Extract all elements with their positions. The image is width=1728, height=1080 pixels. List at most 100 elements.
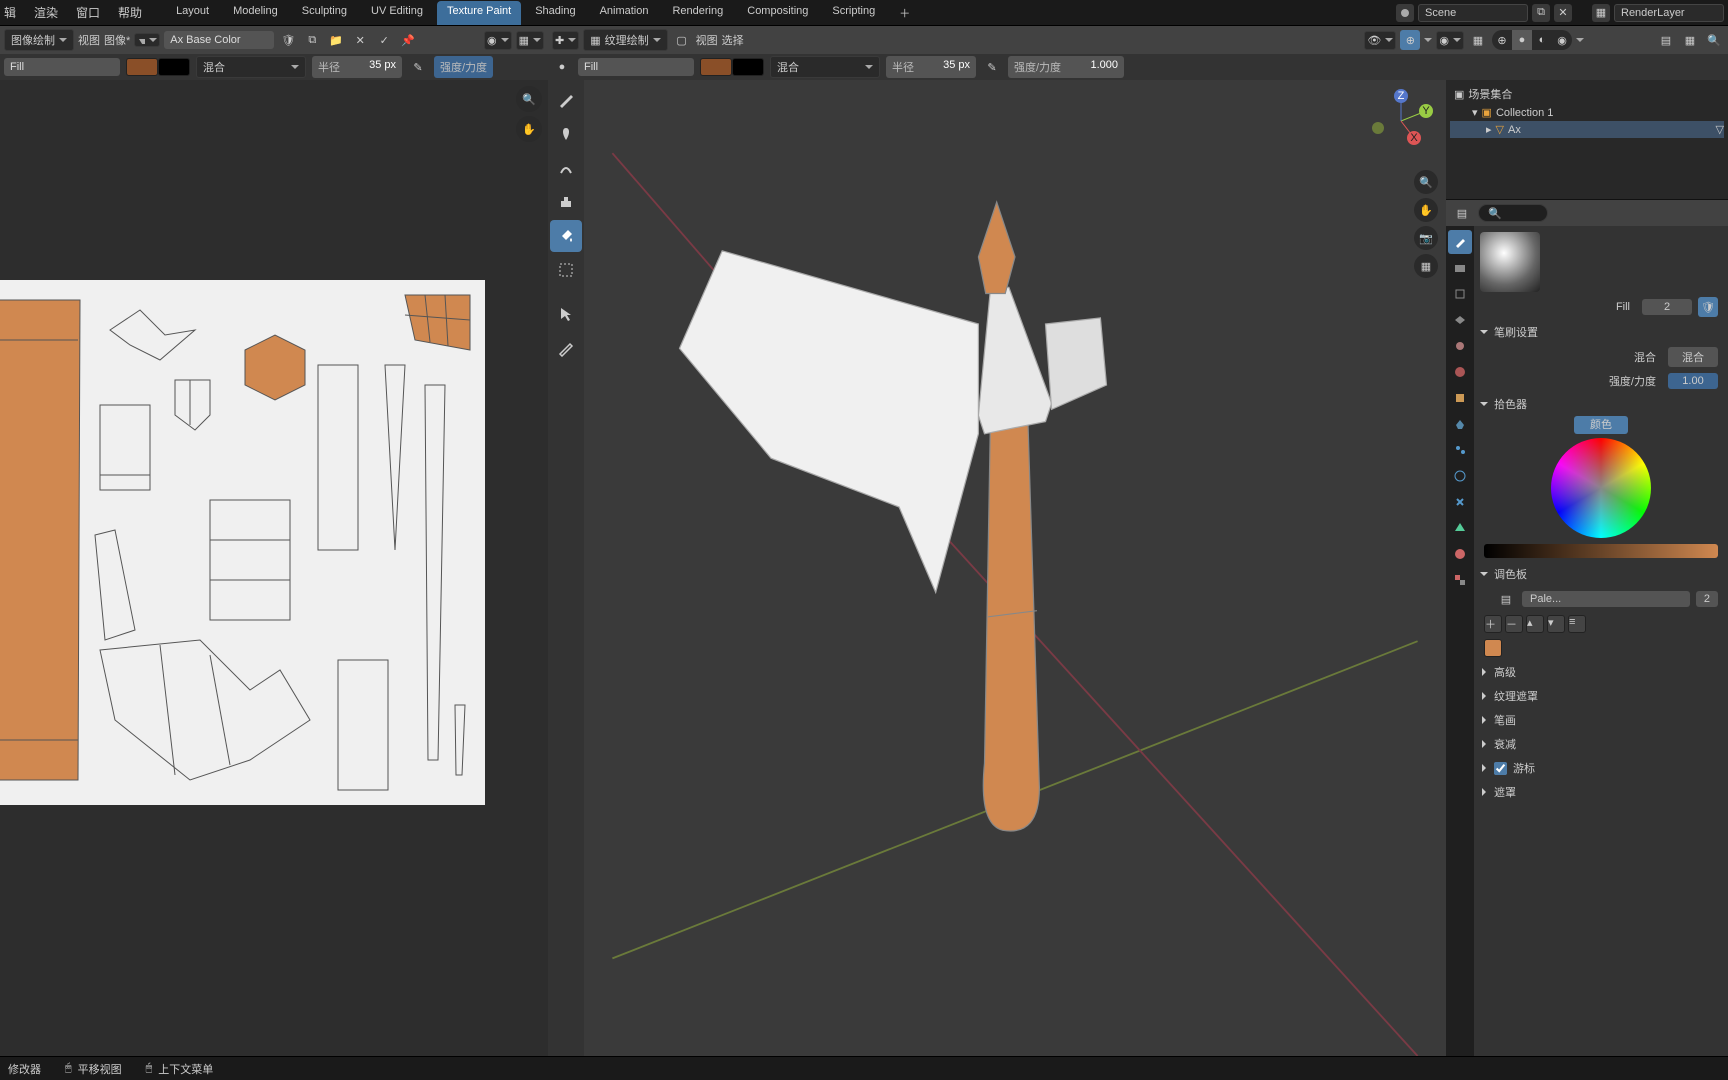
strength-field-right[interactable]: 强度/力度1.000	[1008, 56, 1124, 78]
tab-layout[interactable]: Layout	[166, 1, 219, 25]
scene-icon[interactable]	[1396, 4, 1414, 22]
outliner-search-icon[interactable]: 🔍	[1704, 30, 1724, 50]
tab-modeling[interactable]: Modeling	[223, 1, 288, 25]
cursor-checkbox[interactable]	[1494, 762, 1507, 775]
unlink-image-icon[interactable]: ✕	[350, 30, 370, 50]
menu-edit[interactable]: 辑	[4, 4, 16, 21]
property-body[interactable]: Fill 2 🛡 笔刷设置 混合混合 强度/力度1.00 拾色器 颜色 调色板 …	[1474, 226, 1728, 1056]
ptab-world[interactable]	[1448, 360, 1472, 384]
ptab-mesh[interactable]	[1448, 516, 1472, 540]
tab-texture-paint[interactable]: Texture Paint	[437, 1, 521, 25]
props-type-icon[interactable]: ▤	[1452, 203, 1472, 223]
tool-fill[interactable]	[550, 220, 582, 252]
add-workspace-button[interactable]: ＋	[889, 1, 920, 25]
panel-palette[interactable]: 调色板	[1478, 562, 1724, 586]
outliner[interactable]: ▣场景集合 ▾ ▣ Collection 1 ▸ ▽ Ax▽	[1446, 80, 1728, 200]
scene-collection-label[interactable]: 场景集合	[1468, 86, 1512, 102]
fake-user-toggle[interactable]: 🛡	[1698, 297, 1718, 317]
tool-draw[interactable]	[550, 84, 582, 116]
mode-selector[interactable]: ✚	[552, 31, 579, 50]
palette-icon[interactable]: ▤	[1496, 589, 1516, 609]
secondary-color-swatch[interactable]	[158, 58, 190, 76]
pan-view-icon[interactable]: ✋	[1414, 198, 1438, 222]
material-shading[interactable]: ◐	[1532, 30, 1552, 50]
save-image-icon[interactable]: ✓	[374, 30, 394, 50]
scene-copy-icon[interactable]: ⧉	[1532, 4, 1550, 22]
scene-name-input[interactable]	[1418, 4, 1528, 22]
panel-stroke[interactable]: 笔画	[1478, 708, 1724, 732]
ptab-viewlayer[interactable]	[1448, 308, 1472, 332]
ptab-modifier[interactable]	[1448, 412, 1472, 436]
panel-falloff[interactable]: 衰减	[1478, 732, 1724, 756]
menu-help[interactable]: 帮助	[118, 4, 142, 21]
strength-field-left[interactable]: 强度/力度	[434, 56, 493, 78]
tool-annotate[interactable]	[550, 332, 582, 364]
uv-canvas[interactable]	[0, 80, 548, 880]
image-name-input[interactable]	[164, 31, 274, 49]
primary-color-swatch[interactable]	[126, 58, 158, 76]
palette-name[interactable]: Pale...	[1522, 591, 1690, 607]
palette-swatch-0[interactable]	[1484, 639, 1502, 657]
select-menu[interactable]: 选择	[722, 32, 744, 48]
wireframe-shading[interactable]: ⊕	[1492, 30, 1512, 50]
tool-mask[interactable]	[550, 254, 582, 286]
blend-mode-right[interactable]: 混合	[770, 56, 880, 78]
palette-down[interactable]: ▾	[1547, 615, 1565, 633]
tool-soften[interactable]	[550, 118, 582, 150]
brush-name-left[interactable]	[4, 58, 120, 76]
ptab-scene[interactable]	[1448, 334, 1472, 358]
viewport-icon[interactable]: ▢	[672, 30, 692, 50]
open-image-icon[interactable]: 📁	[326, 30, 346, 50]
radius-field-left[interactable]: 半径35 px	[312, 56, 402, 78]
panel-cursor[interactable]: 游标	[1478, 756, 1724, 780]
tab-uv-editing[interactable]: UV Editing	[361, 1, 433, 25]
object-ax[interactable]: Ax	[1508, 124, 1521, 136]
strength-value[interactable]: 1.00	[1668, 373, 1718, 389]
blend-mode-left[interactable]: 混合	[196, 56, 306, 78]
pressure-radius-right-icon[interactable]: ✎	[982, 57, 1002, 77]
panel-mask[interactable]: 遮罩	[1478, 780, 1724, 804]
palette-up[interactable]: ▴	[1526, 615, 1544, 633]
ptab-output[interactable]	[1448, 282, 1472, 306]
layer-icon[interactable]: ▦	[1592, 4, 1610, 22]
navigation-gizmo[interactable]: Y X Z	[1366, 86, 1436, 156]
palette-add[interactable]: ＋	[1484, 615, 1502, 633]
camera-view-icon[interactable]: 📷	[1414, 226, 1438, 250]
ptab-texture[interactable]	[1448, 568, 1472, 592]
mask-dropdown[interactable]: ◉	[484, 31, 512, 50]
image-editor[interactable]: 🔍 ✋	[0, 80, 548, 1056]
tool-select-box[interactable]	[550, 298, 582, 330]
collection-label[interactable]: Collection 1	[1496, 107, 1553, 119]
visibility-dropdown[interactable]: 👁	[1364, 31, 1396, 50]
perspective-icon[interactable]: ▦	[1414, 254, 1438, 278]
tab-rendering[interactable]: Rendering	[662, 1, 733, 25]
view-menu[interactable]: 视图	[696, 32, 718, 48]
tool-users[interactable]: 2	[1642, 299, 1692, 315]
rendered-shading[interactable]: ◉	[1552, 30, 1572, 50]
tab-animation[interactable]: Animation	[590, 1, 659, 25]
secondary-color-right[interactable]	[732, 58, 764, 76]
display-channels[interactable]: ▦	[516, 31, 544, 50]
color-wheel[interactable]	[1551, 438, 1651, 538]
overlay-dropdown[interactable]: ◉	[1436, 31, 1464, 50]
pin-icon[interactable]: 📌	[398, 30, 418, 50]
gizmo-toggle[interactable]: ⊕	[1400, 30, 1420, 50]
image-editor-mode[interactable]: 图像绘制	[4, 29, 74, 51]
blend-value[interactable]: 混合	[1668, 347, 1718, 367]
ptab-constraint[interactable]	[1448, 490, 1472, 514]
panel-brush-settings[interactable]: 笔刷设置	[1478, 320, 1724, 344]
panel-texture-mask[interactable]: 纹理遮罩	[1478, 684, 1724, 708]
ptab-render[interactable]	[1448, 256, 1472, 280]
img-menu-view[interactable]: 视图	[78, 32, 100, 48]
palette-sort[interactable]: ≡	[1568, 615, 1586, 633]
panel-color-picker[interactable]: 拾色器	[1478, 392, 1724, 416]
tab-compositing[interactable]: Compositing	[737, 1, 818, 25]
primary-color-right[interactable]	[700, 58, 732, 76]
value-slider[interactable]	[1484, 544, 1718, 558]
render-layer-input[interactable]	[1614, 4, 1724, 22]
color-button[interactable]: 颜色	[1574, 416, 1628, 434]
menu-window[interactable]: 窗口	[76, 4, 100, 21]
image-slot-dropdown[interactable]	[134, 33, 160, 47]
ptab-particles[interactable]	[1448, 438, 1472, 462]
palette-remove[interactable]: －	[1505, 615, 1523, 633]
